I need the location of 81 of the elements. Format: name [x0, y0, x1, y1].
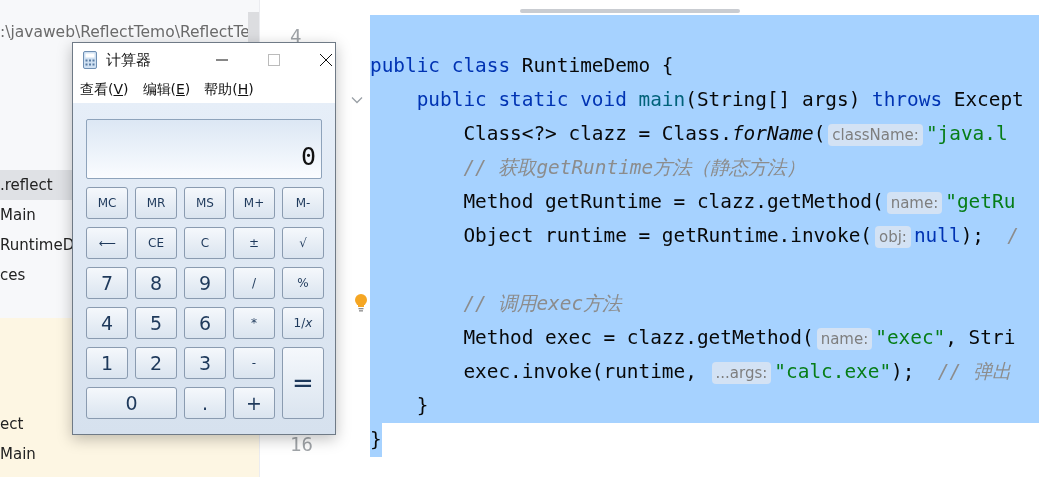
code-text: );: [891, 360, 916, 383]
code-text: Method getRuntime = clazz.getMethod(: [462, 190, 884, 213]
calc-key[interactable]: *: [233, 307, 275, 339]
calc-key[interactable]: 1: [86, 347, 128, 379]
parameter-hint: name:: [816, 328, 873, 350]
code-text: (String[] args): [685, 88, 862, 111]
code-text: null: [913, 224, 961, 247]
code-text: Except: [953, 88, 1024, 111]
code-text: (: [813, 122, 826, 145]
calc-key[interactable]: ⟵: [86, 227, 128, 259]
calc-key[interactable]: 9: [184, 267, 226, 299]
code-text: "exec": [875, 326, 946, 349]
tree-item[interactable]: ces: [0, 260, 72, 290]
calc-key[interactable]: -: [233, 347, 275, 379]
code-text: // 获取getRuntime方法（静态方法）: [462, 156, 806, 179]
calc-key[interactable]: MC: [86, 187, 128, 219]
tree-item[interactable]: .reflect: [0, 170, 72, 200]
line-number: 4: [290, 24, 302, 49]
scrollbar-thumb[interactable]: [520, 9, 740, 13]
calc-key[interactable]: 2: [135, 347, 177, 379]
code-text: Class<?> clazz = Class.: [462, 122, 732, 145]
code-text: }: [415, 394, 429, 417]
code-text: exec.invoke(runtime,: [462, 360, 698, 383]
code-text: );: [960, 224, 985, 247]
code-text: "calc.exe": [774, 360, 892, 383]
calc-key[interactable]: 3: [184, 347, 226, 379]
scrollbar-thumb[interactable]: [248, 12, 259, 42]
lightbulb-icon[interactable]: [354, 293, 368, 313]
calc-key[interactable]: √: [282, 227, 324, 259]
equals-key[interactable]: =: [282, 347, 324, 419]
tree-item[interactable]: Main: [0, 439, 60, 469]
code-text: // 调用exec方法: [462, 292, 622, 315]
code-text: RuntimeDemo {: [521, 54, 674, 77]
calc-key[interactable]: .: [184, 387, 226, 419]
calc-key[interactable]: MR: [135, 187, 177, 219]
tree-item[interactable]: Main: [0, 200, 72, 230]
parameter-hint: className:: [828, 124, 923, 146]
code-text: "java.l: [925, 122, 1008, 145]
calc-key[interactable]: MS: [184, 187, 226, 219]
fold-chevron-icon[interactable]: [351, 96, 363, 104]
menu-item[interactable]: 编辑(E): [142, 81, 191, 99]
calc-key[interactable]: +: [233, 387, 275, 419]
parameter-hint: name:: [886, 192, 943, 214]
menu-item[interactable]: 帮助(H): [204, 81, 254, 99]
code-text: Method exec = clazz.getMethod(: [462, 326, 814, 349]
calc-key[interactable]: ±: [233, 227, 275, 259]
close-icon[interactable]: [320, 54, 332, 66]
calc-key[interactable]: M-: [282, 187, 324, 219]
code-text: , Stri: [945, 326, 1016, 349]
calc-key[interactable]: %: [282, 267, 324, 299]
calc-key[interactable]: 8: [135, 267, 177, 299]
calc-key[interactable]: C: [184, 227, 226, 259]
parameter-hint: ...args:: [711, 362, 772, 384]
parameter-hint: obj:: [875, 226, 911, 248]
calc-key[interactable]: 6: [184, 307, 226, 339]
window-title: 计算器: [106, 50, 152, 70]
calc-key[interactable]: 1/x: [282, 307, 324, 339]
calc-key[interactable]: 4: [86, 307, 128, 339]
calc-key[interactable]: M+: [233, 187, 275, 219]
calc-key[interactable]: /: [233, 267, 275, 299]
calc-key[interactable]: CE: [135, 227, 177, 259]
calculator-icon: [83, 51, 97, 69]
code-text: main: [638, 88, 686, 111]
code-text: }: [370, 428, 382, 451]
code-text: "getRu: [945, 190, 1016, 213]
maximize-icon[interactable]: [268, 54, 280, 66]
calc-key[interactable]: 0: [86, 387, 177, 419]
code-text: Object runtime = getRuntime.invoke(: [462, 224, 872, 247]
code-text: throws: [872, 88, 944, 111]
line-number: 16: [290, 432, 313, 457]
calc-key[interactable]: 7: [86, 267, 128, 299]
code-text: /: [1007, 224, 1019, 247]
calc-key[interactable]: 5: [135, 307, 177, 339]
code-text: public class: [370, 54, 512, 77]
code-text: // 弹出: [937, 360, 1011, 383]
code-text: public static void: [415, 88, 628, 111]
project-path: :\javaweb\ReflectTemo\ReflectTe: [0, 23, 250, 41]
calculator-display: 0: [86, 119, 322, 179]
menu-item[interactable]: 查看(V): [80, 81, 129, 99]
tree-item[interactable]: ect: [0, 409, 60, 439]
code-text: forName: [731, 122, 814, 145]
